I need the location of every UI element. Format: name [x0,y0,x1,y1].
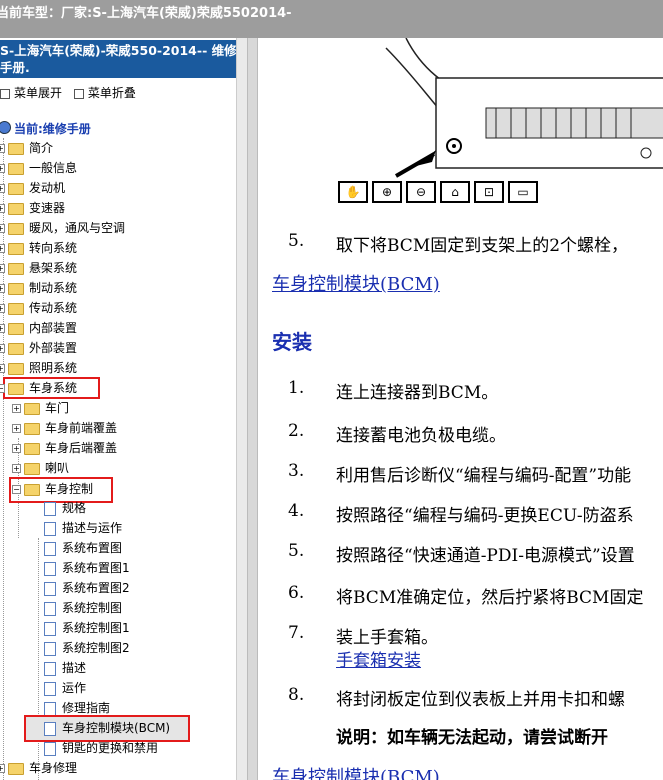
tree-item-key-replace[interactable]: 钥匙的更换和禁用 [44,738,158,758]
document-icon [44,561,56,576]
tree-item-layout-1[interactable]: 系统布置图1 [44,558,130,578]
tree-item-transmission[interactable]: + 变速器 [0,198,65,218]
tree-item-brakes[interactable]: + 制动系统 [0,278,77,298]
folder-icon [24,442,40,455]
tree-item-specs[interactable]: 规格 [44,498,86,518]
folder-icon [8,262,24,275]
folder-icon [8,322,24,335]
document-icon [44,521,56,536]
tree-item-interior[interactable]: + 内部装置 [0,318,77,338]
hand-icon[interactable]: ✋ [338,181,368,203]
menu-expand-link[interactable]: 菜单展开 [14,86,62,100]
tree-item-body-system[interactable]: − 车身系统 [0,378,77,398]
tree-item-lighting[interactable]: + 照明系统 [0,358,77,378]
tree-item-driveline[interactable]: + 传动系统 [0,298,77,318]
folder-icon [8,222,24,235]
document-icon [44,721,56,736]
bcm-bottom-link[interactable]: 车身控制模块(BCM) [272,763,440,780]
tree-item-body-control[interactable]: − 车身控制 [12,479,93,499]
document-icon [44,681,56,696]
note-text: 说明：如车辆无法起动，请尝试断开 [336,728,608,748]
document-icon [44,701,56,716]
tree-item-intro[interactable]: + 简介 [0,138,53,158]
document-icon [44,581,56,596]
folder-icon [8,182,24,195]
install-heading: 安装 [272,330,312,354]
window-icon[interactable]: ▭ [508,181,538,203]
expand-icon [0,88,10,99]
folder-icon [8,362,24,375]
tree-item-control-diagram[interactable]: 系统控制图 [44,598,122,618]
model-title-bar: 当前车型：厂家:S-上海汽车(荣威)荣威5502014- [0,0,663,38]
folder-icon [24,422,40,435]
tree-item-layout[interactable]: 系统布置图 [44,538,122,558]
folder-open-icon [8,382,24,395]
model-title: 当前车型：厂家:S-上海汽车(荣威)荣威5502014- [0,6,292,21]
pane-splitter[interactable] [247,38,258,780]
tree-item-general-info[interactable]: + 一般信息 [0,158,77,178]
tree-item-doors[interactable]: + 车门 [12,398,69,418]
folder-icon [24,462,40,475]
collapse-icon [73,88,84,99]
bcm-diagram [385,38,663,178]
document-icon [44,541,56,556]
tree-item-body-repair[interactable]: + 车身修理 [0,758,77,778]
zoom-out-icon[interactable]: ⊖ [406,181,436,203]
folder-icon [8,142,24,155]
folder-icon [8,242,24,255]
folder-icon [8,302,24,315]
tree-item-steering[interactable]: + 转向系统 [0,238,77,258]
tree-item-description[interactable]: 描述 [44,658,86,678]
tree-item-rear-panels[interactable]: + 车身后端覆盖 [12,438,117,458]
tree-item-layout-2[interactable]: 系统布置图2 [44,578,130,598]
tree-item-exterior[interactable]: + 外部装置 [0,338,77,358]
glovebox-install-link[interactable]: 手套箱安装 [336,646,421,671]
menu-collapse-link[interactable]: 菜单折叠 [88,86,136,100]
folder-icon [8,762,24,775]
tree-item-control-diagram-2[interactable]: 系统控制图2 [44,638,130,658]
document-icon [44,641,56,656]
menu-controls: 菜单展开 菜单折叠 [0,84,136,101]
tree-item-control-diagram-1[interactable]: 系统控制图1 [44,618,130,638]
content-panel: ✋ ⊕ ⊖ ⌂ ⊡ ▭ 5. 取下将BCM固定到支架上的2个螺栓， 车身控制模块(… [258,38,663,780]
tree-item-operation[interactable]: 运作 [44,678,86,698]
bcm-section-link[interactable]: 车身控制模块(BCM) [272,270,440,296]
tree-item-hvac[interactable]: + 暖风，通风与空调 [0,218,125,238]
folder-icon [8,342,24,355]
nav-scrollbar[interactable] [236,38,247,780]
tree-item-suspension[interactable]: + 悬架系统 [0,258,77,278]
tree-item-engine[interactable]: + 发动机 [0,178,65,198]
tree-item-bcm[interactable]: 车身控制模块(BCM) [44,718,170,738]
document-icon [44,621,56,636]
globe-icon [0,121,11,134]
zoom-in-icon[interactable]: ⊕ [372,181,402,203]
folder-open-icon [24,483,40,496]
navigation-panel: S-上海汽车(荣威)-荣威550-2014-- 维修 手册. 菜单展开 菜单折叠… [0,38,247,780]
current-location[interactable]: 当前:维修手册 [0,120,91,137]
home-icon[interactable]: ⌂ [440,181,470,203]
folder-icon [24,402,40,415]
fit-icon[interactable]: ⊡ [474,181,504,203]
tree-item-front-panels[interactable]: + 车身前端覆盖 [12,418,117,438]
folder-icon [8,202,24,215]
document-icon [44,741,56,756]
tree-item-horn[interactable]: + 喇叭 [12,458,69,478]
tree-item-description-operation[interactable]: 描述与运作 [44,518,122,538]
document-icon [44,501,56,516]
document-icon [44,601,56,616]
manual-title: S-上海汽车(荣威)-荣威550-2014-- 维修 手册. [0,40,237,78]
folder-icon [8,282,24,295]
folder-icon [8,162,24,175]
document-icon [44,661,56,676]
